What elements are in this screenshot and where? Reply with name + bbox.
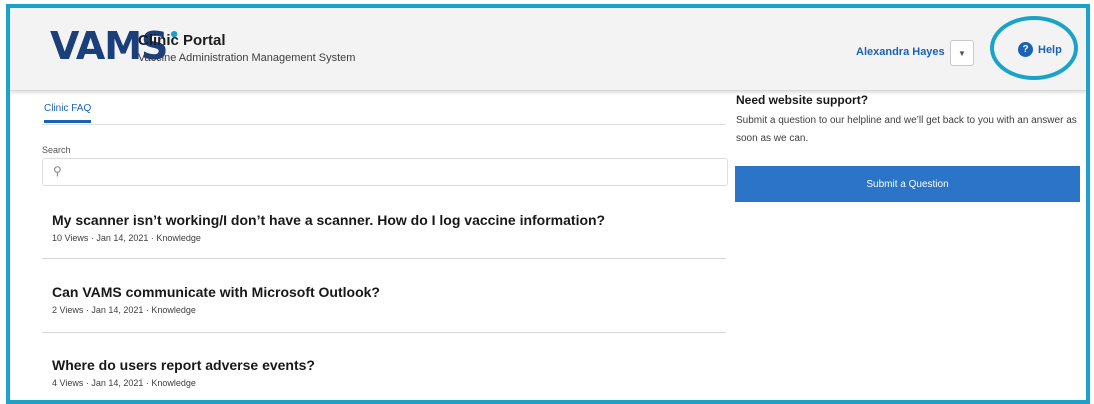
- article-title[interactable]: Where do users report adverse events?: [52, 357, 724, 373]
- list-item[interactable]: Where do users report adverse events? 4 …: [52, 357, 724, 388]
- list-item[interactable]: Can VAMS communicate with Microsoft Outl…: [52, 284, 724, 315]
- help-highlight-circle: [990, 16, 1078, 80]
- article-meta: 4 Views · Jan 14, 2021 · Knowledge: [52, 378, 196, 388]
- list-item[interactable]: My scanner isn’t working/I don’t have a …: [52, 212, 724, 243]
- support-text: Submit a question to our helpline and we…: [736, 115, 1077, 144]
- search-icon: ⚲: [53, 164, 62, 178]
- article-title[interactable]: Can VAMS communicate with Microsoft Outl…: [52, 284, 724, 300]
- article-meta: 2 Views · Jan 14, 2021 · Knowledge: [52, 305, 196, 315]
- search-input[interactable]: ⚲: [42, 158, 728, 186]
- article-title[interactable]: My scanner isn’t working/I don’t have a …: [52, 212, 724, 228]
- tab-clinic-faq[interactable]: Clinic FAQ: [44, 103, 92, 123]
- header-bar: VAMS• Clinic Portal Vaccine Administrati…: [10, 8, 1086, 91]
- user-name-link[interactable]: Alexandra Hayes: [856, 46, 945, 58]
- portal-subtitle: Vaccine Administration Management System: [138, 52, 356, 64]
- search-label: Search: [42, 145, 71, 155]
- divider: [42, 332, 726, 333]
- article-meta: 10 Views · Jan 14, 2021 · Knowledge: [52, 233, 201, 243]
- app-frame: VAMS• Clinic Portal Vaccine Administrati…: [6, 4, 1090, 404]
- portal-title: Clinic Portal: [138, 32, 226, 49]
- support-title: Need website support?: [736, 93, 869, 107]
- chevron-down-icon: ▼: [958, 48, 966, 58]
- submit-question-button[interactable]: Submit a Question: [735, 166, 1080, 202]
- tab-divider: [42, 124, 726, 125]
- divider: [42, 258, 726, 259]
- user-menu-button[interactable]: ▼: [950, 40, 974, 66]
